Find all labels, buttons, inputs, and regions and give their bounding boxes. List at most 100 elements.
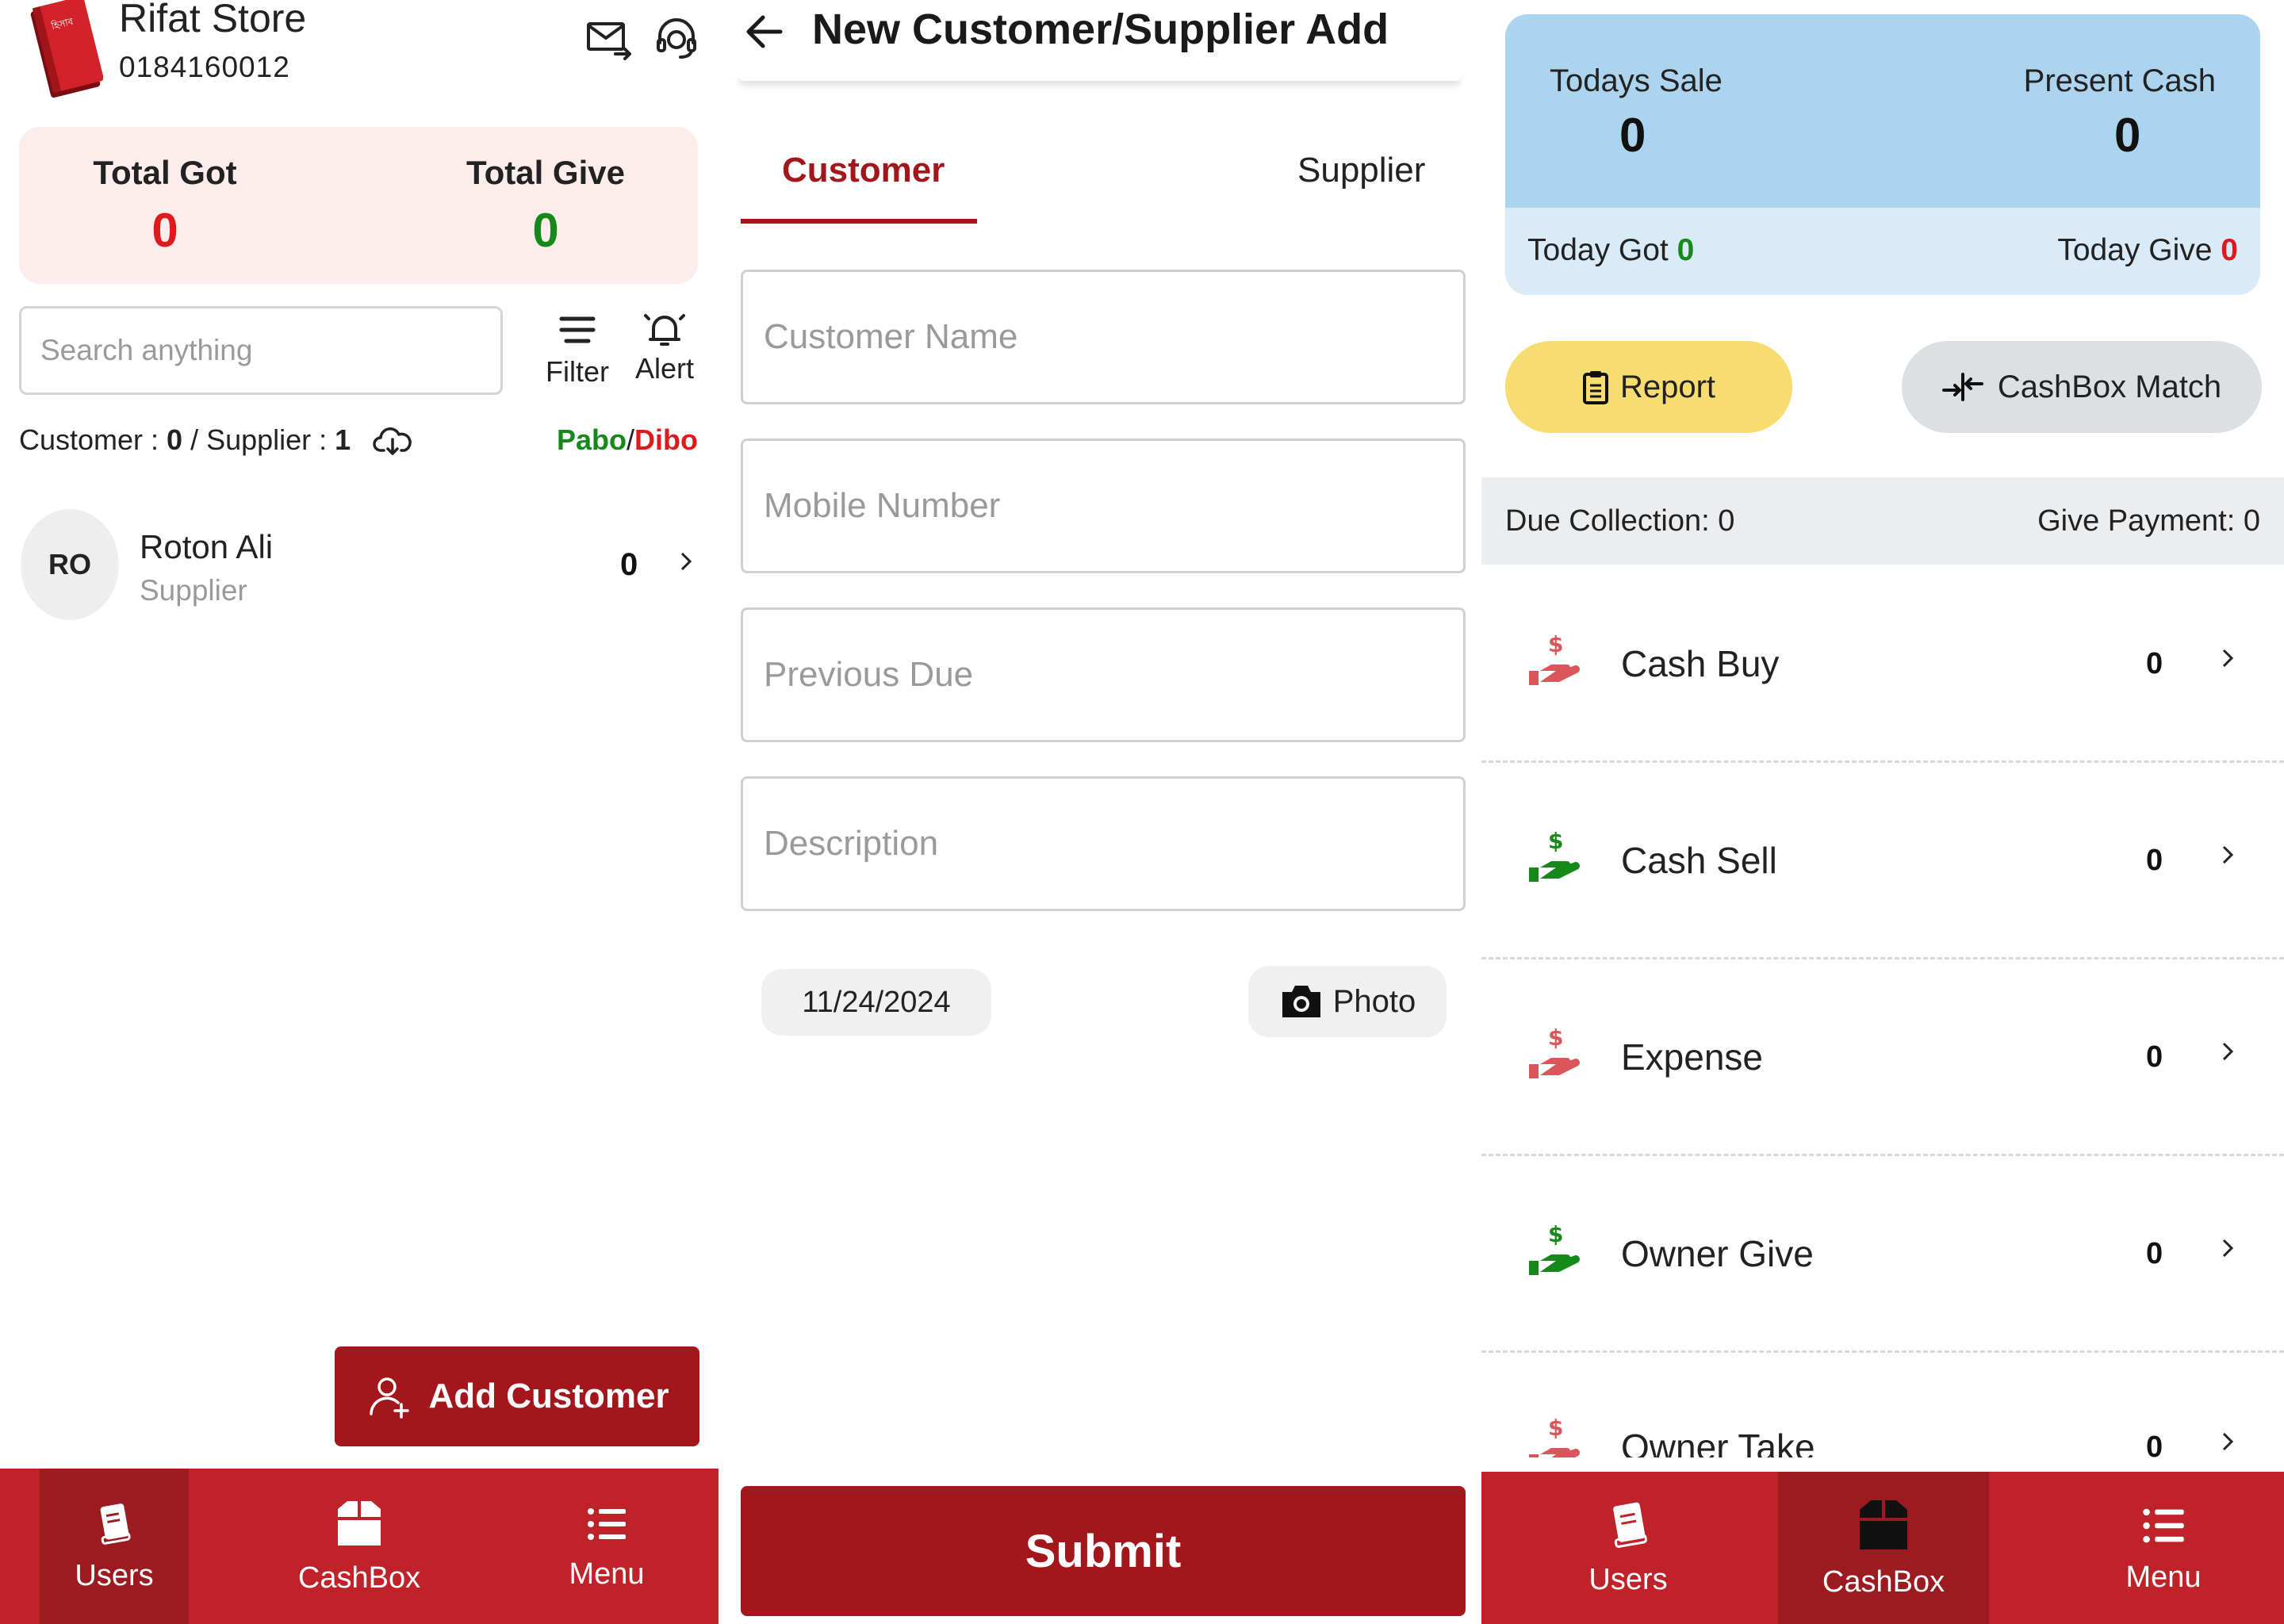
filter-lines-icon — [559, 316, 596, 343]
nav-users[interactable]: Users — [1553, 1472, 1703, 1624]
mail-send-icon[interactable] — [584, 14, 633, 63]
nav-users-label: Users — [1588, 1562, 1668, 1596]
chevron-right-icon — [2221, 1427, 2236, 1456]
total-got-value: 0 — [151, 204, 178, 257]
today-give: Today Give 0 — [2057, 233, 2238, 268]
app-logo: হিসাব — [27, 0, 103, 103]
chevron-right-icon — [679, 547, 695, 576]
today-got-label: Today Got — [1527, 233, 1669, 267]
pabo-label: Pabo — [556, 423, 627, 456]
stats-top: Todays Sale 0 Present Cash 0 — [1505, 14, 2260, 208]
owner-give-row[interactable]: $ Owner Give 0 — [1481, 1156, 2284, 1353]
list-icon — [588, 1507, 626, 1540]
total-give-value: 0 — [532, 204, 559, 257]
nav-menu[interactable]: Menu — [2068, 1472, 2259, 1624]
filter-label: Filter — [546, 355, 609, 388]
report-button[interactable]: Report — [1505, 341, 1792, 433]
date-picker[interactable]: 11/24/2024 — [761, 969, 991, 1036]
avatar: RO — [21, 509, 119, 620]
present-cash-value: 0 — [2114, 109, 2141, 162]
nav-cashbox[interactable]: CashBox — [1778, 1472, 1989, 1624]
nav-users-label: Users — [75, 1558, 154, 1592]
list-icon — [2143, 1508, 2184, 1542]
tab-customer[interactable]: Customer — [782, 151, 945, 190]
filter-button[interactable]: Filter — [538, 311, 617, 389]
expense-row[interactable]: $ Expense 0 — [1481, 959, 2284, 1156]
todays-sale-label: Todays Sale — [1550, 63, 1723, 98]
today-give-value: 0 — [2221, 233, 2238, 267]
nav-menu[interactable]: Menu — [531, 1469, 682, 1624]
hand-dollar-green-icon: $ — [1526, 829, 1592, 890]
box-icon — [1860, 1500, 1907, 1549]
cash-buy-row[interactable]: $ Cash Buy 0 — [1481, 566, 2284, 763]
daily-stats-card: Todays Sale 0 Present Cash 0 Today Got 0… — [1505, 14, 2260, 295]
supplier-count: 1 — [335, 423, 351, 456]
submit-button[interactable]: Submit — [741, 1486, 1466, 1616]
cashbox-screen: Todays Sale 0 Present Cash 0 Today Got 0… — [1481, 0, 2284, 1624]
back-arrow-icon[interactable] — [741, 8, 788, 56]
add-customer-button[interactable]: Add Customer — [335, 1346, 699, 1446]
description-placeholder: Description — [764, 824, 939, 863]
store-name: Rifat Store — [119, 0, 307, 40]
search-placeholder: Search anything — [40, 334, 253, 366]
today-got-value: 0 — [1677, 233, 1695, 267]
previous-due-placeholder: Previous Due — [764, 655, 974, 694]
mobile-number-field[interactable]: Mobile Number — [741, 439, 1466, 573]
contact-type: Supplier — [140, 574, 247, 607]
add-contact-screen: New Customer/Supplier Add Customer Suppl… — [719, 0, 1481, 1624]
total-got-label: Total Got — [93, 154, 237, 191]
hand-dollar-green-icon: $ — [1526, 1223, 1592, 1283]
cash-sell-value: 0 — [2146, 844, 2163, 877]
customer-name-field[interactable]: Customer Name — [741, 270, 1466, 404]
svg-text:$: $ — [1548, 1223, 1563, 1247]
cloud-download-icon[interactable] — [373, 423, 412, 458]
svg-text:$: $ — [1548, 633, 1563, 657]
svg-text:$: $ — [1548, 829, 1563, 854]
alert-button[interactable]: Alert — [625, 309, 704, 385]
chevron-right-icon — [2221, 841, 2236, 869]
submit-label: Submit — [1025, 1525, 1182, 1577]
pabo-dibo-legend: Pabo/Dibo — [557, 423, 698, 457]
box-icon — [338, 1500, 381, 1545]
clipboard-icon — [1582, 371, 1608, 404]
total-give-label: Total Give — [466, 154, 625, 191]
contact-name: Roton Ali — [140, 528, 274, 565]
owner-give-label: Owner Give — [1621, 1233, 1814, 1274]
nav-menu-label: Menu — [2125, 1560, 2202, 1594]
book-icon — [1613, 1502, 1647, 1548]
description-field[interactable]: Description — [741, 776, 1466, 911]
support-agent-icon[interactable] — [652, 14, 701, 63]
photo-button[interactable]: Photo — [1248, 966, 1447, 1037]
tab-supplier[interactable]: Supplier — [1297, 151, 1425, 190]
cash-buy-value: 0 — [2146, 647, 2163, 680]
add-user-icon — [370, 1377, 410, 1419]
bottom-nav: Users CashBox Menu — [0, 1469, 719, 1624]
owner-take-label: Owner Take — [1621, 1427, 1815, 1457]
due-summary-bar: Due Collection: 0 Give Payment: 0 — [1481, 477, 2284, 565]
chevron-right-icon — [2221, 1234, 2236, 1262]
previous-due-field[interactable]: Previous Due — [741, 607, 1466, 742]
present-cash-label: Present Cash — [2023, 63, 2216, 98]
compare-arrows-icon — [1941, 373, 1983, 401]
contact-row[interactable]: RO Roton Ali Supplier 0 — [0, 501, 719, 628]
cashbox-match-label: CashBox Match — [1997, 369, 2222, 404]
report-label: Report — [1619, 369, 1716, 404]
nav-cashbox[interactable]: CashBox — [284, 1469, 435, 1624]
cashbox-match-button[interactable]: CashBox Match — [1902, 341, 2262, 433]
chevron-right-icon — [2221, 644, 2236, 672]
search-input[interactable]: Search anything — [19, 306, 503, 395]
svg-text:$: $ — [1548, 1026, 1563, 1051]
owner-take-row[interactable]: $ Owner Take 0 — [1481, 1353, 2284, 1457]
svg-text:$: $ — [1548, 1416, 1563, 1441]
legend-slash: / — [627, 423, 635, 456]
customer-count: 0 — [167, 423, 183, 456]
page-title: New Customer/Supplier Add — [812, 6, 1389, 53]
owner-take-value: 0 — [2146, 1431, 2163, 1457]
cash-buy-label: Cash Buy — [1621, 643, 1780, 684]
chevron-right-icon — [2221, 1037, 2236, 1066]
cash-sell-row[interactable]: $ Cash Sell 0 — [1481, 763, 2284, 959]
users-screen: হিসাব Rifat Store 0184160012 Total Got 0… — [0, 0, 719, 1624]
bell-icon — [644, 314, 685, 346]
photo-label: Photo — [1332, 983, 1416, 1019]
nav-users[interactable]: Users — [40, 1469, 189, 1624]
